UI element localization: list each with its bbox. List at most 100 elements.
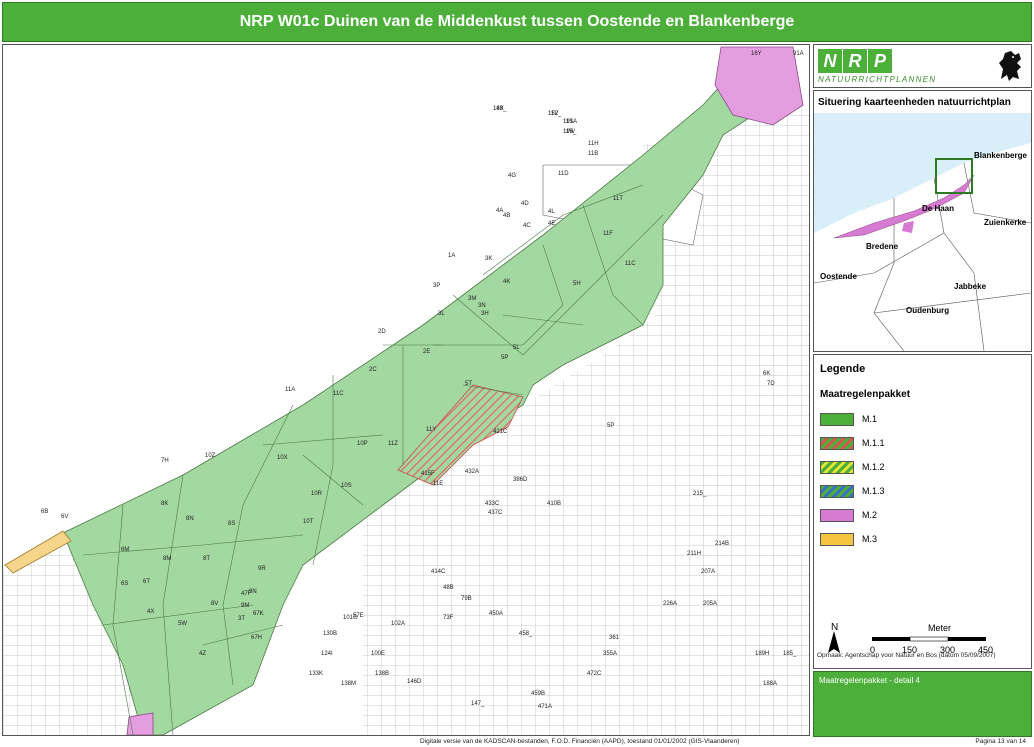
parcel-label: 11B [588, 151, 598, 157]
parcel-label: 5L [513, 345, 520, 351]
parcel-label: 450A [489, 611, 503, 617]
parcel-label: 91A [793, 51, 804, 57]
parcel-label: 10P [357, 441, 368, 447]
legend-label: M.1.1 [862, 438, 885, 448]
source-note: Opmaak: Agentschap voor Natuur en Bos (d… [817, 652, 996, 659]
parcel-label: 7H [161, 458, 169, 464]
parcel-label: 421C [493, 429, 508, 435]
legend-label: M.3 [862, 534, 878, 544]
legend-label: M.1 [862, 414, 878, 424]
parcel-label: 191A [563, 119, 577, 125]
parcel-label: 432A [465, 469, 479, 475]
parcel-label: 48B [443, 585, 454, 591]
parcel-label: 195_ [563, 129, 577, 135]
parcel-label: 226A [663, 601, 677, 607]
parcel-label: 8M [163, 556, 171, 562]
parcel-label: 3N [478, 303, 486, 309]
parcel-label: 10X [277, 455, 288, 461]
parcel-label: 11T [613, 196, 623, 202]
legend-swatch [820, 437, 854, 450]
logo-panel: N R P NATUURRICHTPLANNEN [813, 44, 1032, 88]
parcel-label: 214B [715, 541, 729, 547]
map-canvas[interactable]: 16X 11V 11S 11W 11H 11B 11D 4G 4D 4A 4B 4C 4L 4E 11F 11… [2, 44, 810, 736]
parcel-label: 207A [701, 569, 715, 575]
parcel-label: 102A [391, 621, 405, 627]
parcel-label: 10T [303, 519, 314, 525]
parcel-label: 4X [147, 609, 154, 615]
parcel-label: 124I [321, 651, 333, 657]
svg-text:N: N [831, 623, 838, 633]
parcel-label: 6M [121, 547, 129, 553]
place-label: Bredene [866, 242, 899, 251]
logo-letter-r: R [843, 49, 867, 73]
parcel-label: 10Z [205, 453, 216, 459]
parcel-label: 9M [241, 603, 249, 609]
parcel-label: 4C [523, 223, 531, 229]
parcel-label: 11C [333, 391, 344, 397]
legend-swatch [820, 485, 854, 498]
parcel-label: 5H [573, 281, 581, 287]
parcel-label: 188A [763, 681, 777, 687]
parcel-label: 6B [41, 509, 48, 515]
situering-title: Situering kaarteenheden natuurrichtplan [818, 97, 1011, 108]
legend-label: M.1.3 [862, 486, 885, 496]
parcel-label: 138B [375, 671, 389, 677]
overview-map[interactable]: Blankenberge De Haan Zuienkerke Bredene … [814, 113, 1031, 351]
parcel-label: 458_ [519, 631, 533, 637]
parcel-label: 10R [311, 491, 323, 497]
legend-panel: Legende Maatregelenpakket M.1 M.1.1 M.1.2 M… [813, 354, 1032, 669]
parcel-label: 16Y [751, 51, 762, 57]
legend-swatch [820, 509, 854, 522]
parcel-label: 4B [503, 213, 510, 219]
parcel-label: 133K [309, 671, 323, 677]
parcel-label: 4G [508, 173, 516, 179]
nrp-logo: N R P [818, 49, 892, 73]
parcel-label: 8S [228, 521, 235, 527]
map-svg[interactable]: 16X11V11S11W11H11B11D4G4D4A4B4C4L4E11F11… [3, 45, 809, 735]
parcel-label: 8K [161, 501, 168, 507]
parcel-label: 100E [371, 651, 385, 657]
parcel-label: 472C [587, 671, 602, 677]
north-arrow-icon: N [828, 623, 840, 653]
legend-item: M.3 [820, 533, 1020, 547]
parcel-label: 8T [203, 556, 210, 562]
parcel-label: 433C [485, 501, 500, 507]
parcel-label: 471A [538, 704, 552, 710]
legend-item: M.2 [820, 509, 1020, 523]
parcel-label: 3K [485, 256, 492, 262]
parcel-label: 6S [121, 581, 128, 587]
parcel-label: 410B [547, 501, 561, 507]
parcel-label: 415F [421, 471, 435, 477]
situering-panel: Situering kaarteenheden natuurrichtplan … [813, 90, 1032, 352]
parcel-label: 67H [251, 635, 262, 641]
parcel-label: 11Y [426, 427, 436, 433]
legend-title: Legende [820, 363, 866, 375]
parcel-label: 3L [438, 311, 445, 317]
parcel-label: 7D [767, 381, 775, 387]
parcel-label: 414C [431, 569, 446, 575]
parcel-label: 5P [501, 355, 508, 361]
parcel-label: 2C [369, 367, 377, 373]
parcel-label: 189H [755, 651, 769, 657]
legend-label: M.1.2 [862, 462, 885, 472]
parcel-label: 1A [448, 253, 455, 259]
parcel-label: 10S [341, 483, 352, 489]
legend-item: M.1.1 [820, 437, 1020, 451]
parcel-label: 152_ [548, 111, 562, 117]
legend-label: M.2 [862, 510, 878, 520]
parcel-label: 11A [285, 387, 295, 393]
parcel-label: 8V [211, 601, 218, 607]
parcel-label: 2D [378, 329, 386, 335]
parcel-label: 9R [258, 566, 266, 572]
parcel-label: 3M [468, 296, 476, 302]
logo-letter-n: N [818, 49, 842, 73]
parcel-label: 147_ [471, 701, 485, 707]
parcel-label: 11H [588, 141, 599, 147]
parcel-label: 4K [503, 279, 510, 285]
parcel-label: 138M [341, 681, 356, 687]
parcel-label: 11Z [388, 441, 398, 447]
parcel-label: 2E [423, 349, 430, 355]
parcel-label: 185_ [783, 651, 797, 657]
legend-swatch [820, 533, 854, 546]
parcel-label: 211H [687, 551, 701, 557]
